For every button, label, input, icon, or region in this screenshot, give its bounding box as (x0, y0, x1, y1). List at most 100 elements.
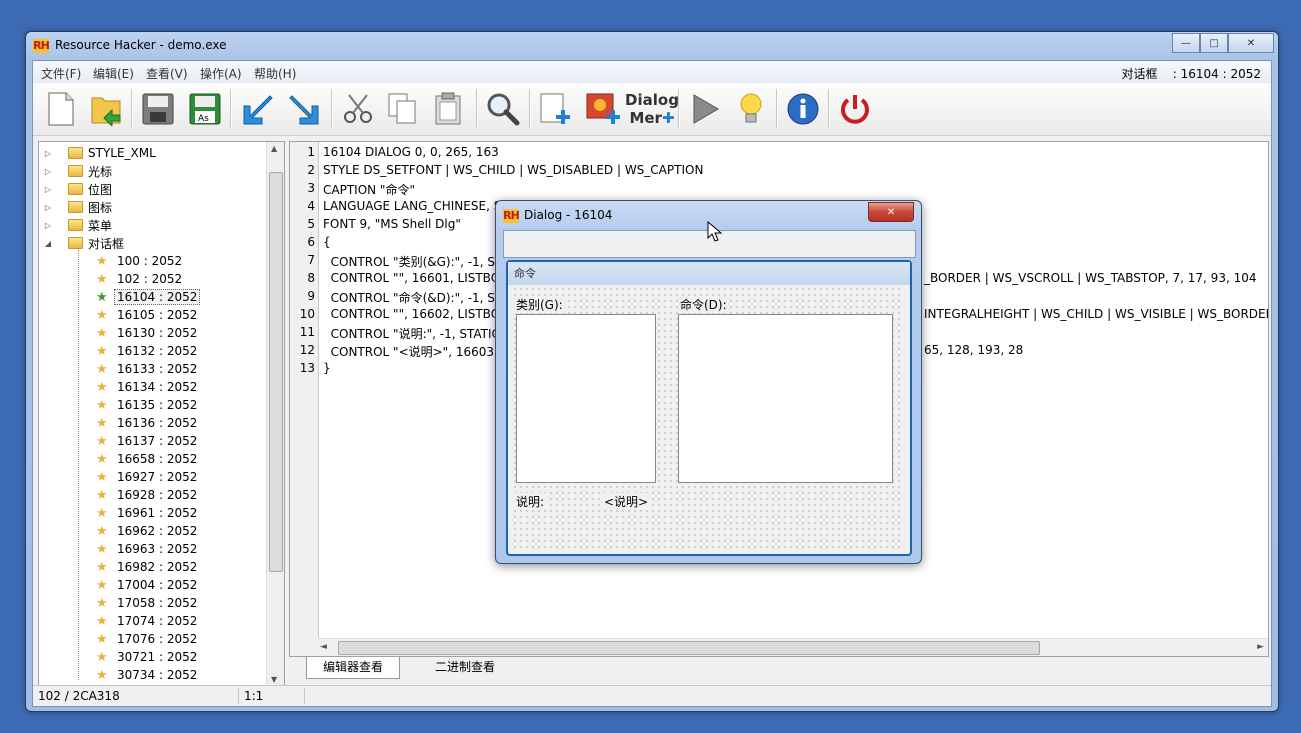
tree-item[interactable]: ★ 17076 : 2052 (96, 630, 200, 648)
tree-item[interactable]: ★ 102 : 2052 (96, 270, 185, 288)
tree-item[interactable]: ★ 17074 : 2052 (96, 612, 200, 630)
save-as-icon[interactable]: As (185, 89, 225, 129)
code-line-tail[interactable]: 65, 128, 193, 28 (924, 343, 1023, 357)
splitter-handle[interactable] (283, 141, 288, 685)
tree-folder[interactable]: ▷ 光标 (43, 162, 112, 180)
code-line[interactable]: } (323, 361, 331, 375)
code-line[interactable]: CONTROL "类别(&G):", -1, ST (323, 253, 503, 270)
tree-item[interactable]: ★ 16136 : 2052 (96, 414, 200, 432)
cut-icon[interactable] (338, 89, 378, 129)
tree-item[interactable]: ★ 16104 : 2052 (96, 288, 201, 306)
copy-icon[interactable] (383, 89, 423, 129)
scroll-down-icon[interactable]: ▼ (271, 675, 277, 684)
tab-binary-view[interactable]: 二进制查看 (419, 657, 511, 678)
tree-item[interactable]: ★ 16928 : 2052 (96, 486, 200, 504)
code-line[interactable]: CONTROL "", 16602, LISTBOX (323, 307, 508, 321)
run-script-icon[interactable] (685, 89, 725, 129)
code-line-tail[interactable]: _BORDER | WS_VSCROLL | WS_TABSTOP, 7, 17… (924, 271, 1256, 285)
expand-arrow-icon[interactable]: ▷ (43, 167, 53, 176)
expanded-arrow-icon[interactable]: ◢ (43, 239, 53, 248)
tree-item[interactable]: ★ 16134 : 2052 (96, 378, 200, 396)
menu-help[interactable]: 帮助(H) (254, 65, 296, 82)
tree-item[interactable]: ★ 100 : 2052 (96, 252, 185, 270)
code-line[interactable]: CONTROL "命令(&D):", -1, ST (323, 289, 503, 306)
open-folder-icon[interactable] (87, 89, 127, 129)
code-line[interactable]: CONTROL "说明:", -1, STATIC (323, 325, 500, 342)
tree-folder[interactable]: ▷ 图标 (43, 198, 112, 216)
expand-arrow-icon[interactable]: ▷ (43, 149, 53, 158)
close-button[interactable]: ✕ (1228, 33, 1274, 53)
new-file-icon[interactable] (41, 89, 81, 129)
code-line[interactable]: CONTROL "<说明>", 16603, (323, 343, 498, 360)
horizontal-scrollbar[interactable]: ◄ ► (318, 638, 1268, 656)
tree-item[interactable]: ★ 16135 : 2052 (96, 396, 200, 414)
label-command[interactable]: 命令(D): (678, 296, 729, 313)
export-arrow-icon[interactable] (285, 89, 325, 129)
expand-arrow-icon[interactable]: ▷ (43, 203, 53, 212)
resource-tree[interactable]: ▷ STYLE_XML ▷ 光标 ▷ 位图 ▷ 图标 ▷ 菜单 ◢ 对话框 ★ 100 : 2052 ★ 10… (38, 141, 285, 687)
tree-item[interactable]: ★ 17004 : 2052 (96, 576, 200, 594)
code-line[interactable]: CONTROL "", 16601, LISTBOX (323, 271, 508, 285)
code-line[interactable]: CAPTION "命令" (323, 181, 415, 198)
dialog-preview-window[interactable]: RH Dialog - 16104 ✕ 命令 类别(G): 命令(D): 说明:… (495, 200, 922, 564)
power-exit-icon[interactable] (835, 89, 875, 129)
menu-file[interactable]: 文件(F) (41, 65, 81, 82)
menu-action[interactable]: 操作(A) (200, 65, 242, 82)
paste-icon[interactable] (429, 89, 469, 129)
scroll-left-icon[interactable]: ◄ (320, 642, 327, 652)
add-image-icon[interactable] (583, 89, 623, 129)
maximize-button[interactable]: □ (1200, 33, 1228, 53)
code-line[interactable]: STYLE DS_SETFONT | WS_CHILD | WS_DISABLE… (323, 163, 703, 177)
minimize-button[interactable]: — (1172, 33, 1200, 53)
category-listbox[interactable] (516, 314, 656, 483)
menu-edit[interactable]: 编辑(E) (93, 65, 134, 82)
tree-item[interactable]: ★ 30721 : 2052 (96, 648, 200, 666)
tree-item[interactable]: ★ 16130 : 2052 (96, 324, 200, 342)
command-listbox[interactable] (678, 314, 893, 483)
scroll-up-icon[interactable]: ▲ (271, 144, 277, 153)
tree-folder[interactable]: ▷ 位图 (43, 180, 112, 198)
tree-vertical-scrollbar[interactable]: ▲ ▼ (266, 142, 284, 686)
save-icon[interactable] (138, 89, 178, 129)
expand-arrow-icon[interactable]: ▷ (43, 221, 53, 230)
tree-folder[interactable]: ▷ 菜单 (43, 216, 112, 234)
expand-arrow-icon[interactable]: ▷ (43, 185, 53, 194)
tab-editor-view[interactable]: 编辑器查看 (306, 657, 401, 679)
scroll-right-icon[interactable]: ► (1257, 642, 1264, 652)
tree-item[interactable]: ★ 16132 : 2052 (96, 342, 200, 360)
tree-item[interactable]: ★ 17058 : 2052 (96, 594, 200, 612)
add-resource-icon[interactable] (536, 89, 576, 129)
tree-item[interactable]: ★ 16105 : 2052 (96, 306, 200, 324)
tree-folder[interactable]: ◢ 对话框 (43, 234, 124, 252)
code-line[interactable]: { (323, 235, 331, 249)
code-line[interactable]: 16104 DIALOG 0, 0, 265, 163 (323, 145, 499, 159)
dialog-design-surface[interactable]: 命令 类别(G): 命令(D): 说明: <说明> (506, 260, 912, 556)
import-arrow-icon[interactable] (237, 89, 277, 129)
tree-item[interactable]: ★ 16133 : 2052 (96, 360, 200, 378)
tree-item[interactable]: ★ 16982 : 2052 (96, 558, 200, 576)
menu-view[interactable]: 查看(V) (146, 65, 188, 82)
tree-item[interactable]: ★ 16137 : 2052 (96, 432, 200, 450)
label-category[interactable]: 类别(G): (514, 296, 565, 313)
code-line[interactable]: FONT 9, "MS Shell Dlg" (323, 217, 461, 231)
tree-item[interactable]: ★ 16658 : 2052 (96, 450, 200, 468)
search-icon[interactable] (483, 89, 523, 129)
tree-item[interactable]: ★ 16961 : 2052 (96, 504, 200, 522)
description-value[interactable]: <说明> (602, 493, 651, 510)
tree-item[interactable]: ★ 16963 : 2052 (96, 540, 200, 558)
caption-buttons: — □ ✕ (1172, 33, 1274, 53)
dialog-merge-button[interactable]: Dialog Mer✚ (625, 89, 679, 129)
tree-folder[interactable]: ▷ STYLE_XML (43, 144, 156, 162)
code-line-tail[interactable]: INTEGRALHEIGHT | WS_CHILD | WS_VISIBLE |… (924, 307, 1268, 321)
dialog-close-button[interactable]: ✕ (868, 202, 914, 222)
title-bar[interactable]: RH Resource Hacker - demo.exe — □ ✕ (26, 32, 1278, 60)
app-logo-icon: RH (33, 39, 50, 53)
tree-item[interactable]: ★ 16927 : 2052 (96, 468, 200, 486)
lightbulb-icon[interactable] (731, 89, 771, 129)
info-icon[interactable] (783, 89, 823, 129)
tree-scroll-thumb[interactable] (269, 172, 283, 572)
tree-item[interactable]: ★ 30734 : 2052 (96, 666, 200, 684)
tree-item[interactable]: ★ 16962 : 2052 (96, 522, 200, 540)
label-description[interactable]: 说明: (514, 493, 547, 510)
horizontal-scroll-thumb[interactable] (338, 641, 1040, 655)
